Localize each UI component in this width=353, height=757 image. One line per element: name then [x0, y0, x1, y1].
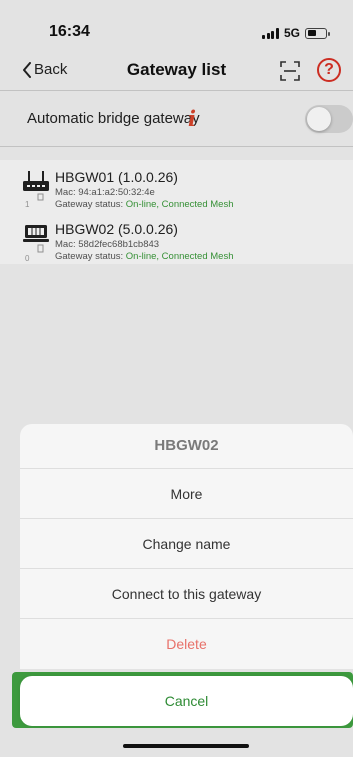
connect-gateway-button[interactable]: Connect to this gateway [20, 568, 353, 618]
more-button[interactable]: More [20, 468, 353, 518]
delete-button[interactable]: Delete [20, 618, 353, 668]
cancel-button[interactable]: Cancel [20, 676, 353, 726]
home-indicator [123, 744, 249, 748]
change-name-button[interactable]: Change name [20, 518, 353, 568]
gateway-list-screen: 16:34 5G Back Gateway list ? Automatic b… [0, 0, 353, 757]
action-sheet-title: HBGW02 [154, 437, 219, 454]
action-sheet: HBGW02 More Change name Connect to this … [20, 424, 353, 669]
